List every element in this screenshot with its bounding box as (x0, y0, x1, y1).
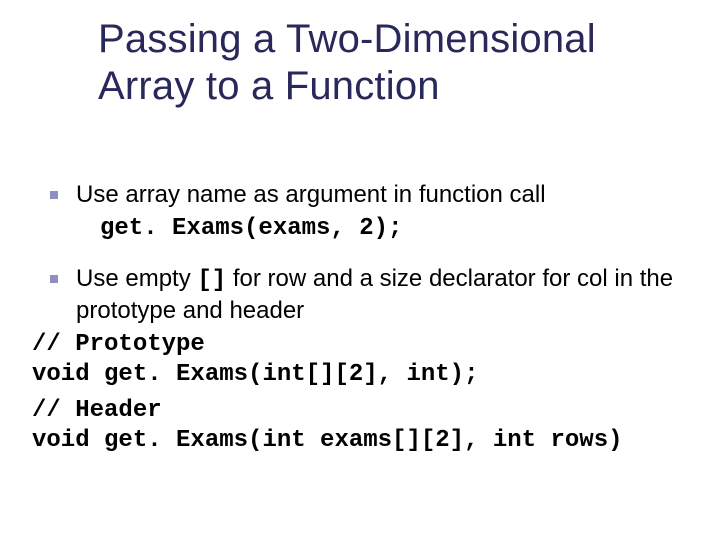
square-bullet-icon (50, 275, 58, 283)
code-line: // Header (32, 396, 700, 426)
bullet-mono: [] (197, 267, 226, 294)
code-line: void get. Exams(int[][2], int); (32, 360, 700, 390)
bullet-code: get. Exams(exams, 2); (100, 214, 700, 244)
bullet-text: Use array name as argument in function c… (76, 180, 700, 210)
slide: Passing a Two-Dimensional Array to a Fun… (0, 0, 720, 540)
code-line: // Prototype (32, 330, 700, 360)
slide-title: Passing a Two-Dimensional Array to a Fun… (98, 16, 690, 110)
bullet-text: Use empty [] for row and a size declarat… (76, 264, 700, 326)
bullet-pre: Use empty (76, 265, 197, 292)
bullet-item: Use array name as argument in function c… (32, 180, 700, 210)
code-block: // Prototype void get. Exams(int[][2], i… (32, 330, 700, 456)
bullet-marker (32, 264, 76, 283)
slide-body: Use array name as argument in function c… (32, 180, 700, 456)
bullet-item: Use empty [] for row and a size declarat… (32, 264, 700, 326)
code-line: void get. Exams(int exams[][2], int rows… (32, 426, 700, 456)
square-bullet-icon (50, 191, 58, 199)
bullet-marker (32, 180, 76, 199)
